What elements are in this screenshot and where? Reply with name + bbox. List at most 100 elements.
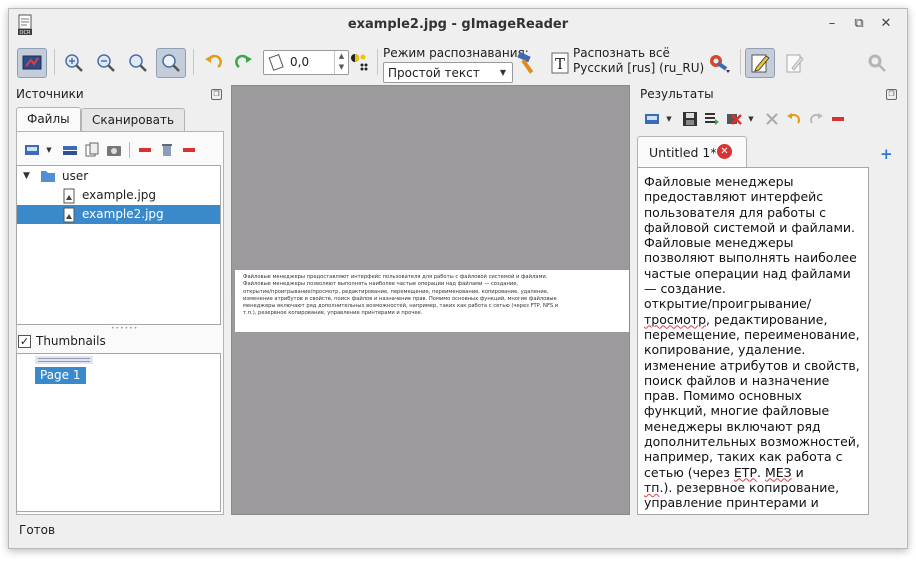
folder-icon bbox=[41, 171, 55, 182]
thumbnails-checkbox[interactable]: ✓ bbox=[18, 335, 31, 348]
results-text-area[interactable]: Файловые менеджеры предоставляют интерфе… bbox=[637, 167, 869, 515]
clipboard-icon bbox=[85, 142, 99, 157]
clear-output-button[interactable] bbox=[725, 110, 743, 128]
tab-untitled-1[interactable]: Untitled 1* ✕ bbox=[637, 136, 747, 167]
stack-icon bbox=[63, 146, 77, 155]
paste-button[interactable] bbox=[83, 141, 101, 159]
gear-icon bbox=[868, 54, 886, 72]
rotate-left-button[interactable] bbox=[198, 48, 228, 78]
delete-image-button[interactable] bbox=[158, 141, 176, 159]
insert-mode-button[interactable] bbox=[643, 110, 661, 128]
close-tab-icon[interactable]: ✕ bbox=[717, 144, 732, 159]
add-image-button[interactable] bbox=[23, 141, 41, 159]
main-toolbar: 0,0 ▲ ▼ Режим распознавания: Простой текс… bbox=[9, 41, 907, 85]
maximize-button[interactable]: ⧉ bbox=[852, 17, 866, 31]
tools-icon bbox=[766, 113, 778, 125]
zoom-in-icon bbox=[65, 54, 83, 72]
result-text: . bbox=[756, 464, 765, 480]
recognize-all-label: Распознать всё bbox=[573, 46, 670, 60]
rotate-right-button[interactable] bbox=[229, 48, 259, 78]
expand-arrow-icon[interactable]: ▼ bbox=[23, 167, 30, 186]
zoom-original-button[interactable] bbox=[156, 48, 186, 78]
zoom-in-button[interactable] bbox=[59, 48, 89, 78]
clear-icon bbox=[727, 114, 742, 125]
add-folder-button[interactable] bbox=[61, 141, 79, 159]
file-label: example.jpg bbox=[82, 188, 157, 202]
document-line: открытие/проигрывание/просмотр, редактир… bbox=[243, 288, 549, 295]
zoom-out-button[interactable] bbox=[91, 48, 121, 78]
recognize-all-button[interactable]: T bbox=[549, 50, 571, 76]
toggle-document-button[interactable] bbox=[779, 48, 809, 78]
save-button[interactable] bbox=[681, 110, 699, 128]
close-window-button[interactable]: ✕ bbox=[879, 17, 893, 31]
tab-files[interactable]: Файлы bbox=[16, 107, 81, 132]
zoom-out-icon bbox=[97, 54, 115, 72]
tree-file-example[interactable]: example.jpg bbox=[17, 186, 220, 205]
screenshot-button[interactable] bbox=[105, 141, 123, 159]
left-splitter-handle[interactable]: ••• bbox=[228, 296, 235, 310]
recognize-all-text[interactable]: Распознать всё Русский [rus] (ru_RU) bbox=[573, 46, 704, 76]
autodetect-layout-button[interactable] bbox=[515, 50, 541, 76]
rotation-value: 0,0 bbox=[290, 55, 310, 69]
results-float-button[interactable]: ❐ bbox=[886, 89, 897, 100]
svg-text:T: T bbox=[555, 55, 565, 73]
zoom-original-icon bbox=[162, 54, 180, 72]
rotate-left-icon bbox=[205, 54, 222, 69]
results-dock-title: Результаты bbox=[640, 87, 714, 101]
chevron-down-icon[interactable]: ▼ bbox=[665, 110, 673, 128]
recognition-language: Русский [rus] (ru_RU) bbox=[573, 61, 705, 75]
result-paragraph: изменение атрибутов и свойств, поиск фай… bbox=[644, 358, 862, 480]
splitter-handle[interactable]: •••••• bbox=[111, 325, 138, 332]
minus-icon bbox=[139, 148, 151, 152]
undo-icon bbox=[787, 113, 800, 124]
minimize-button[interactable]: – bbox=[825, 17, 839, 31]
toggle-output-button[interactable] bbox=[745, 48, 775, 78]
language-menu-button[interactable] bbox=[705, 50, 733, 76]
result-text: изменение атрибутов и свойств, поиск фай… bbox=[644, 357, 860, 480]
remove-output-button[interactable] bbox=[829, 110, 847, 128]
files-toolbar: ▼ bbox=[23, 139, 202, 161]
strip-linebreaks-button[interactable] bbox=[703, 110, 721, 128]
chevron-down-icon[interactable]: ▼ bbox=[45, 141, 53, 159]
result-paragraph: Файловые менеджеры предоставляют интерфе… bbox=[644, 174, 855, 235]
rotate-right-icon bbox=[235, 54, 252, 69]
tab-scan[interactable]: Сканировать bbox=[81, 108, 186, 132]
toggle-sources-button[interactable] bbox=[17, 48, 47, 78]
window-title: example2.jpg - gImageReader bbox=[347, 17, 569, 32]
thumbnail-image[interactable] bbox=[35, 356, 93, 364]
file-tree: ▼ user example.jpg example2.jpg bbox=[16, 165, 221, 325]
sources-float-button[interactable]: ❐ bbox=[211, 89, 222, 100]
minus-icon bbox=[183, 148, 195, 152]
tree-file-example2[interactable]: example2.jpg bbox=[17, 205, 220, 224]
thumbnail-page-label[interactable]: Page 1 bbox=[35, 367, 86, 384]
chevron-down-icon[interactable]: ▼ bbox=[747, 110, 755, 128]
undo-button[interactable] bbox=[785, 110, 803, 128]
document-image[interactable]: Файловые менеджеры предоставляют интерфе… bbox=[235, 270, 629, 332]
image-sources-icon bbox=[22, 55, 42, 70]
recognition-mode-value: Простой текст bbox=[388, 66, 480, 80]
result-paragraph: тп.). резервное копирование, управление … bbox=[644, 479, 862, 514]
file-label: example2.jpg bbox=[82, 207, 164, 221]
status-text: Готов bbox=[19, 523, 56, 537]
spin-arrows[interactable]: ▲ ▼ bbox=[334, 51, 348, 74]
add-tab-button[interactable]: + bbox=[880, 145, 893, 163]
tree-folder-user[interactable]: ▼ user bbox=[17, 167, 220, 186]
open-file-icon bbox=[25, 145, 39, 155]
results-toolbar: ▼ ▼ bbox=[643, 108, 851, 130]
image-controls-button[interactable] bbox=[347, 50, 371, 74]
folder-label: user bbox=[62, 169, 89, 183]
image-canvas[interactable]: Файловые менеджеры предоставляют интерфе… bbox=[231, 85, 630, 515]
document-line: Файловые менеджеры позволяют выполнять н… bbox=[243, 281, 519, 288]
document-line: менеджеры включают ряд дополнительных во… bbox=[243, 303, 559, 310]
clear-list-button[interactable] bbox=[180, 141, 198, 159]
misspelled-word: ЕТР bbox=[733, 464, 757, 480]
redo-button[interactable] bbox=[807, 110, 825, 128]
remove-image-button[interactable] bbox=[136, 141, 154, 159]
zoom-fit-button[interactable] bbox=[123, 48, 153, 78]
rotation-spinbox[interactable]: 0,0 ▲ ▼ bbox=[263, 50, 349, 75]
misspelled-word: тп bbox=[644, 479, 660, 495]
find-replace-button[interactable] bbox=[763, 110, 781, 128]
recognition-mode-select[interactable]: Простой текст ▼ bbox=[383, 62, 513, 83]
result-paragraph: открытие/проигрывание/тросмотр, редактир… bbox=[644, 296, 862, 357]
main-menu-button[interactable] bbox=[864, 50, 890, 76]
